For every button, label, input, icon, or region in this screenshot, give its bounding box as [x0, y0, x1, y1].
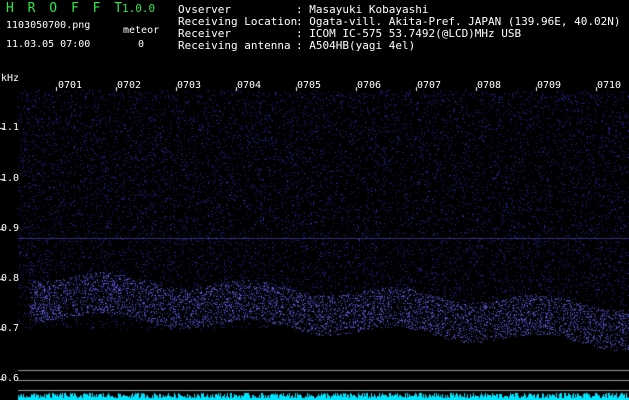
x-tick: 0709 — [537, 80, 562, 91]
x-tick: 0702 — [117, 80, 142, 91]
y-tick: 1.0 — [1, 173, 20, 184]
y-tick: 0.7 — [1, 323, 20, 334]
antenna-value: : A504HB(yagi 4el) — [296, 39, 416, 52]
y-tick: 1.1 — [1, 122, 20, 133]
antenna-label: Receiving antenna — [178, 39, 291, 52]
x-tick: 0708 — [477, 80, 502, 91]
file-name: 1103050700.png — [6, 20, 91, 31]
x-tick: 0701 — [58, 80, 83, 91]
date-time: 11.03.05 07:00 — [6, 39, 91, 50]
meteor-count: 0 — [138, 39, 145, 50]
x-tick: 0710 — [597, 80, 622, 91]
y-tick: 0.6 — [1, 373, 20, 384]
y-axis-unit: kHz — [1, 73, 20, 84]
app-version: 1.0.0 — [122, 2, 156, 15]
x-tick: 0703 — [177, 80, 202, 91]
app-title: H R O F F T — [6, 1, 126, 16]
meteor-label: meteor — [123, 25, 160, 36]
x-tick: 0704 — [237, 80, 262, 91]
x-tick: 0707 — [417, 80, 442, 91]
y-tick: 0.8 — [1, 273, 20, 284]
spectrogram-canvas — [0, 0, 629, 400]
x-tick: 0705 — [297, 80, 322, 91]
x-tick: 0706 — [357, 80, 382, 91]
y-tick: 0.9 — [1, 223, 20, 234]
